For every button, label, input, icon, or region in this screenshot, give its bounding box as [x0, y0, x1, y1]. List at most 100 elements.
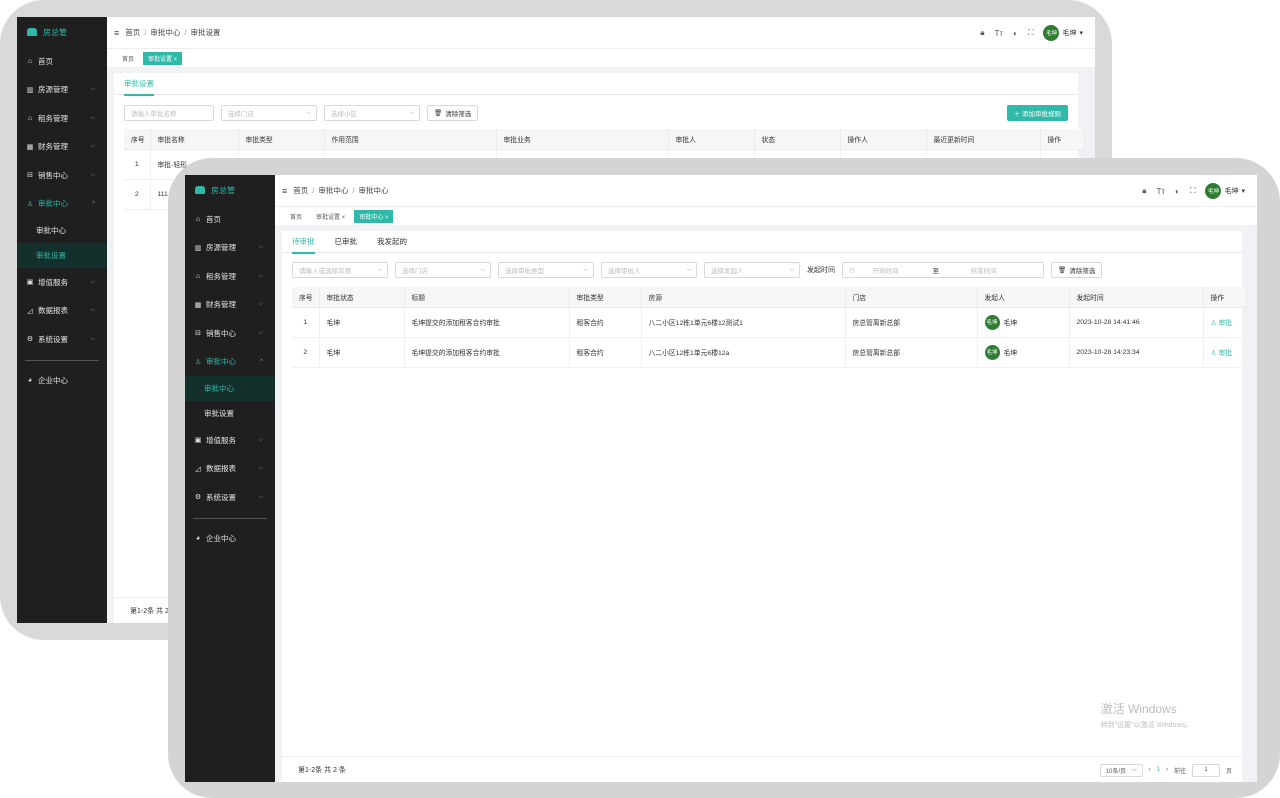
- sidebar-item-value-added[interactable]: ▣ 增值服务 ⌵: [185, 426, 275, 455]
- sidebar-item-home[interactable]: ⌂ 首页: [17, 47, 107, 76]
- tab-bar: 待审批 已审批 我发起的: [282, 231, 1242, 254]
- sidebar-item-home[interactable]: ⌂ 首页: [185, 205, 275, 234]
- user-menu[interactable]: 毛坤 毛坤 ▾: [1043, 25, 1083, 41]
- cell-type: 租客合约: [569, 337, 642, 368]
- table-footer: 第1-2条 共 2 条 10条/页 ⌵ ‹ 1 › 前往 1 页: [282, 756, 1242, 782]
- approver-select[interactable]: 选择审批人 ⌵: [601, 262, 697, 278]
- sidebar-subitem-approval-settings[interactable]: 审批设置: [17, 243, 107, 268]
- page-number[interactable]: 1: [1157, 767, 1160, 773]
- lock-icon[interactable]: 🔒︎: [1142, 186, 1146, 196]
- tag-approval-center[interactable]: 审批中心 ×: [354, 209, 394, 223]
- sidebar-item-sales[interactable]: ⊟ 销售中心 ⌵: [185, 319, 275, 348]
- community-select[interactable]: 选择小区 ⌵: [324, 105, 420, 121]
- add-rule-button[interactable]: ＋ 添加审批规则: [1006, 105, 1068, 121]
- table-header-row: 序号 审批状态 标题 审批类型 房源 门店 发起人 发起时间 操作: [292, 287, 1247, 308]
- sidebar-item-enterprise[interactable]: ◕ 企业中心: [17, 367, 107, 396]
- tag-bar: 首页 审批设置 × 审批中心 ×: [275, 207, 1257, 225]
- clear-filter-button[interactable]: 🗑︎ 清除筛选: [427, 105, 479, 121]
- initiator-placeholder: 选择发起人: [711, 268, 744, 275]
- next-page-icon[interactable]: ›: [1166, 767, 1168, 773]
- page-size-select[interactable]: 10条/页 ⌵: [1099, 763, 1143, 777]
- approve-link[interactable]: ♙ 审批: [1211, 350, 1233, 357]
- chevron-down-icon: ⌵: [583, 266, 588, 273]
- tag-home[interactable]: 首页: [285, 210, 307, 223]
- sidebar-item-settings[interactable]: ⚙ 系统设置 ⌵: [185, 483, 275, 512]
- tab-pending[interactable]: 待审批: [292, 231, 315, 254]
- tab-approval-settings[interactable]: 审批设置: [124, 73, 154, 96]
- initiator-name: 毛坤: [1003, 320, 1018, 327]
- sidebar-item-finance[interactable]: ▦ 财务管理 ⌵: [17, 133, 107, 162]
- chevron-down-icon: ⌵: [90, 143, 95, 150]
- store-select[interactable]: 选择门店 ⌵: [395, 262, 491, 278]
- chevron-down-icon: ⌵: [90, 114, 95, 121]
- font-size-icon[interactable]: Tт: [1156, 187, 1165, 196]
- tag-home[interactable]: 首页: [117, 52, 139, 65]
- finance-icon: ▦: [26, 143, 34, 151]
- fullscreen-icon[interactable]: ⛶: [1190, 186, 1196, 196]
- menu-icon[interactable]: ≡: [282, 186, 287, 196]
- tag-approval-settings[interactable]: 审批设置 ×: [311, 210, 350, 223]
- sidebar-item-rent[interactable]: ⌂ 租务管理 ⌵: [185, 262, 275, 291]
- sidebar-subitem-approval-center[interactable]: 审批中心: [185, 376, 275, 401]
- prev-page-icon[interactable]: ‹: [1149, 767, 1151, 773]
- sidebar-subitem-approval-center[interactable]: 审批中心: [17, 218, 107, 243]
- watermark-line1: 激活 Windows: [1100, 702, 1177, 716]
- chevron-down-icon: ⌵: [686, 266, 691, 273]
- lock-icon[interactable]: 🔒︎: [980, 28, 984, 38]
- tag-approval-settings[interactable]: 审批设置 ×: [143, 51, 183, 65]
- enterprise-icon: ◕: [27, 377, 33, 385]
- sidebar-subitem-approval-settings[interactable]: 审批设置: [185, 401, 275, 426]
- user-menu[interactable]: 毛坤 毛坤 ▾: [1205, 183, 1245, 199]
- breadcrumb-item[interactable]: 首页: [293, 185, 308, 196]
- sales-icon: ⊟: [27, 172, 33, 180]
- user-name: 毛坤: [1224, 188, 1239, 195]
- tab-initiated[interactable]: 我发起的: [377, 231, 407, 253]
- sidebar-item-houses[interactable]: ▥ 房源管理 ⌵: [17, 76, 107, 105]
- sidebar-item-sales[interactable]: ⊟ 销售中心 ⌵: [17, 161, 107, 190]
- footer-count: 第1-2条 共 2: [130, 607, 169, 615]
- sidebar-item-houses[interactable]: ▥ 房源管理 ⌵: [185, 234, 275, 263]
- tab-approved[interactable]: 已审批: [335, 231, 358, 253]
- font-size-icon[interactable]: Tт: [994, 29, 1003, 38]
- theme-icon[interactable]: ◐: [1175, 187, 1180, 196]
- goto-label: 前往: [1173, 768, 1186, 775]
- store-select[interactable]: 选择门店 ⌵: [221, 105, 317, 121]
- column-header: 审批人: [668, 129, 755, 150]
- cell-status: 毛坤: [319, 307, 405, 338]
- chevron-down-icon: ⌵: [90, 335, 95, 342]
- breadcrumb-item[interactable]: 审批中心: [318, 185, 348, 196]
- sidebar-item-approval[interactable]: ♙ 审批中心 ^: [185, 348, 275, 377]
- cell-action: ♙ 审批: [1203, 337, 1247, 368]
- sidebar-item-enterprise[interactable]: ◕ 企业中心: [185, 525, 275, 554]
- topbar: ≡ 首页 / 审批中心 / 审批设置 🔒︎ Tт ◐ ⛶ 毛坤 毛坤 ▾: [107, 17, 1095, 49]
- sidebar-item-label: 系统设置: [206, 492, 236, 502]
- chevron-down-icon: ⌵: [258, 465, 263, 472]
- goto-page-input[interactable]: 1: [1191, 763, 1220, 777]
- sidebar-item-finance[interactable]: ▦ 财务管理 ⌵: [185, 291, 275, 320]
- sidebar-item-approval[interactable]: ♙ 审批中心 ^: [17, 190, 107, 219]
- column-header: 状态: [754, 129, 841, 150]
- column-header: 操作: [1203, 287, 1247, 308]
- sidebar-item-settings[interactable]: ⚙ 系统设置 ⌵: [17, 325, 107, 354]
- approve-link[interactable]: ♙ 审批: [1211, 320, 1233, 327]
- approval-type-select[interactable]: 选择审批类型 ⌵: [498, 262, 594, 278]
- front-screen: 房总管 ⌂ 首页 ▥ 房源管理 ⌵ ⌂ 租务管理 ⌵ ▦ 财务管理 ⌵ ⊟ 销售中心 ⌵ ♙ 审批中…: [185, 175, 1257, 782]
- sidebar-item-reports[interactable]: ◿ 数据报表 ⌵: [17, 297, 107, 326]
- clear-filter-button[interactable]: 🗑︎ 清除筛选: [1051, 262, 1103, 278]
- sidebar-item-label: 增值服务: [38, 277, 68, 287]
- initiator-select[interactable]: 选择发起人 ⌵: [704, 262, 800, 278]
- house-select[interactable]: 请输入或选择房源 ⌵: [292, 262, 388, 278]
- divider: [193, 517, 267, 519]
- fullscreen-icon[interactable]: ⛶: [1028, 28, 1034, 38]
- sidebar-item-value-added[interactable]: ▣ 增值服务 ⌵: [17, 268, 107, 297]
- breadcrumb-item[interactable]: 首页: [125, 27, 140, 38]
- sidebar-item-reports[interactable]: ◿ 数据报表 ⌵: [185, 455, 275, 484]
- date-range-picker[interactable]: ◷ 开始时间 至 结束时间: [842, 262, 1044, 278]
- menu-icon[interactable]: ≡: [114, 28, 119, 38]
- tag-bar: 首页 审批设置 ×: [107, 49, 1095, 67]
- theme-icon[interactable]: ◐: [1013, 29, 1018, 38]
- caret-down-icon: ▾: [1079, 30, 1083, 37]
- sidebar-item-rent[interactable]: ⌂ 租务管理 ⌵: [17, 104, 107, 133]
- approval-name-input[interactable]: 请输入审批名称: [124, 105, 214, 121]
- breadcrumb-item[interactable]: 审批中心: [150, 27, 180, 38]
